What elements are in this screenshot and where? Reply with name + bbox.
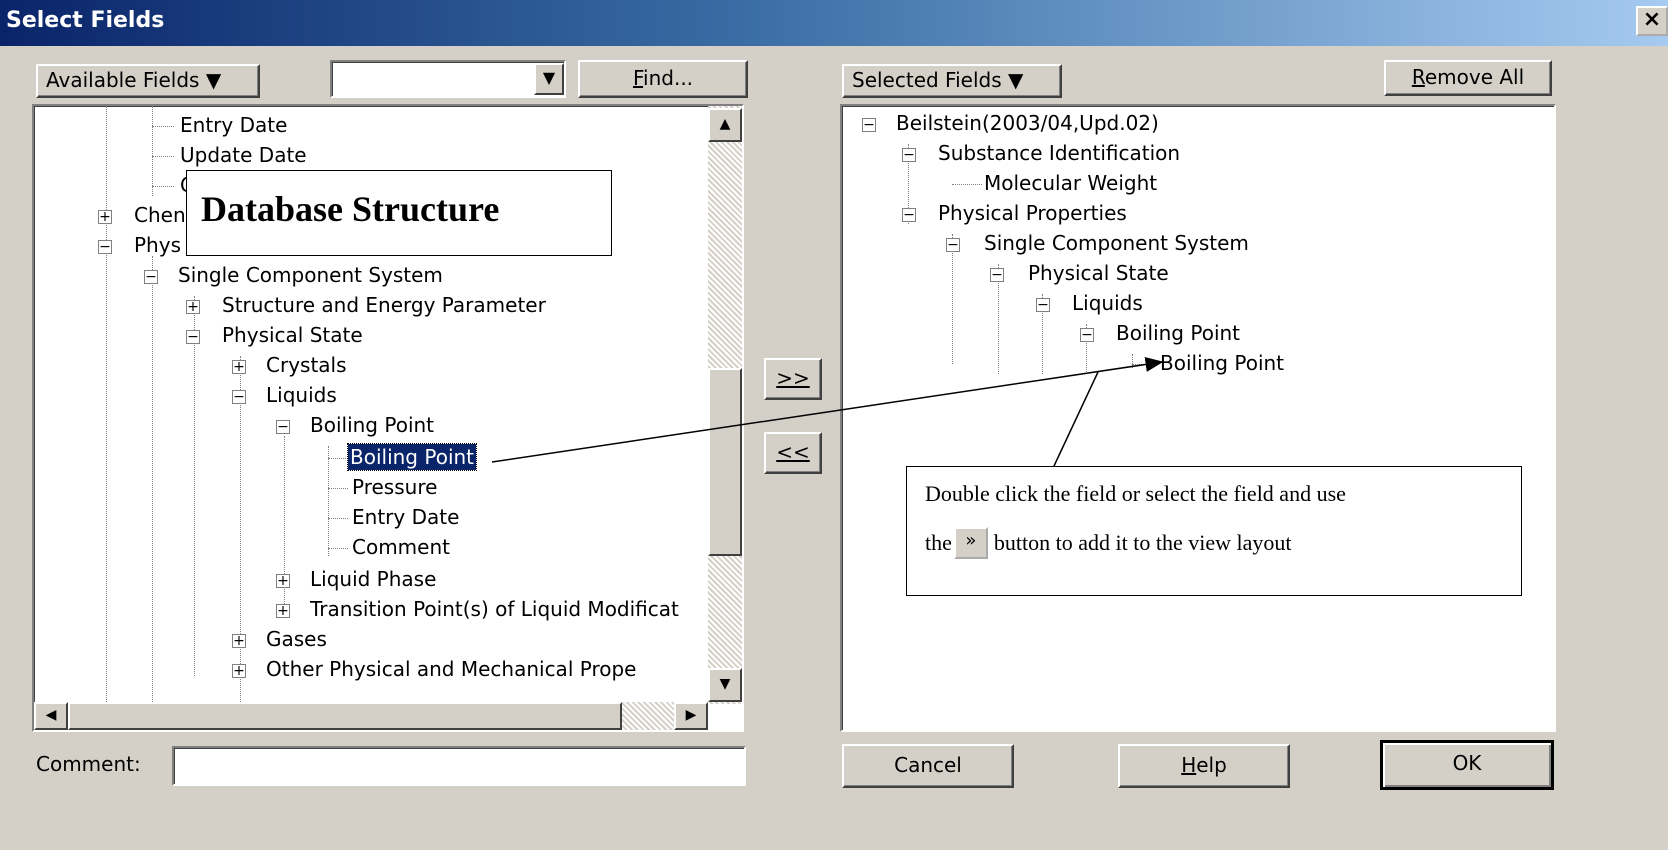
ok-label: OK [1452,751,1482,775]
annotation-connectors [491,357,1164,467]
help-button[interactable]: Help [1118,744,1290,788]
cancel-button[interactable]: Cancel [842,744,1014,788]
comment-label: Comment: [36,752,141,776]
comment-input[interactable] [172,746,746,786]
ok-button[interactable]: OK [1380,740,1554,790]
callout-pointer-line [1053,371,1099,467]
drag-arrow [491,357,1164,463]
cancel-label: Cancel [894,753,962,777]
help-label: elp [1196,753,1227,777]
help-accel: H [1181,753,1197,777]
